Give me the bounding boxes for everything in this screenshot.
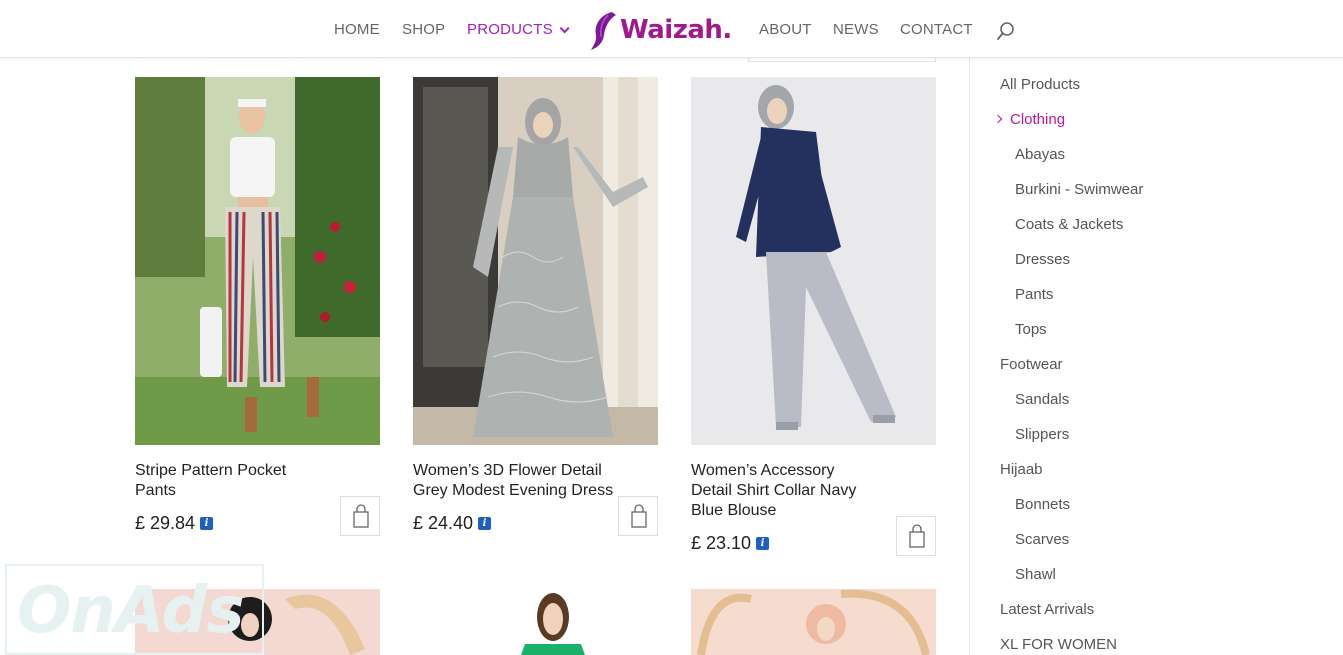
category-abayas[interactable]: Abayas bbox=[1015, 146, 1065, 163]
add-to-cart-button[interactable] bbox=[618, 496, 658, 536]
product-title[interactable]: Stripe Pattern Pocket Pants bbox=[135, 461, 375, 501]
category-bonnets[interactable]: Bonnets bbox=[1015, 496, 1070, 513]
category-latest-arrivals[interactable]: Latest Arrivals bbox=[1000, 601, 1094, 618]
product-image[interactable] bbox=[135, 77, 380, 445]
category-pants[interactable]: Pants bbox=[1015, 286, 1053, 303]
nav-products[interactable]: PRODUCTS bbox=[467, 21, 570, 38]
category-hijaab[interactable]: Hijaab bbox=[1000, 461, 1043, 478]
product-image[interactable] bbox=[413, 77, 658, 445]
info-icon[interactable]: i bbox=[478, 517, 492, 530]
category-dresses[interactable]: Dresses bbox=[1015, 251, 1070, 268]
category-shawl[interactable]: Shawl bbox=[1015, 566, 1056, 583]
watermark-badge: OnAds bbox=[5, 564, 264, 655]
product-title[interactable]: Women’s 3D Flower Detail Grey Modest Eve… bbox=[413, 461, 653, 501]
product-card[interactable]: Women’s Accessory Detail Shirt Collar Na… bbox=[691, 77, 936, 557]
nav-shop[interactable]: SHOP bbox=[402, 21, 445, 38]
shopping-bag-icon bbox=[909, 524, 925, 548]
site-logo[interactable]: Waizah. bbox=[590, 10, 732, 50]
product-title-line: Women’s 3D Flower Detail bbox=[413, 462, 602, 479]
category-scarves[interactable]: Scarves bbox=[1015, 531, 1069, 548]
product-price: £ 23.10 i bbox=[691, 533, 770, 554]
nav-about[interactable]: ABOUT bbox=[759, 21, 812, 38]
site-header: HOME SHOP PRODUCTS Waizah. ABOUT NEWS CO… bbox=[0, 0, 1343, 58]
category-coats-jackets[interactable]: Coats & Jackets bbox=[1015, 216, 1123, 233]
category-footwear[interactable]: Footwear bbox=[1000, 356, 1063, 373]
category-burkini-swimwear[interactable]: Burkini - Swimwear bbox=[1015, 181, 1143, 198]
nav-home[interactable]: HOME bbox=[334, 21, 380, 38]
product-title-line: Pants bbox=[135, 482, 176, 499]
search-icon[interactable] bbox=[996, 21, 1016, 41]
price-value: £ 29.84 bbox=[135, 513, 196, 533]
product-title-line: Grey Modest Evening Dress bbox=[413, 482, 614, 499]
category-xl-for-women[interactable]: XL FOR WOMEN bbox=[1000, 636, 1117, 653]
product-image[interactable] bbox=[691, 77, 936, 445]
logo-text: Waizah. bbox=[620, 15, 732, 45]
product-card[interactable]: Stripe Pattern Pocket Pants £ 29.84 i bbox=[135, 77, 380, 547]
info-icon[interactable]: i bbox=[200, 517, 214, 530]
sidebar-divider bbox=[969, 58, 970, 655]
category-slippers[interactable]: Slippers bbox=[1015, 426, 1069, 443]
product-title-line: Women’s Accessory bbox=[691, 462, 835, 479]
chevron-right-icon bbox=[993, 114, 1003, 124]
product-title-line: Detail Shirt Collar Navy bbox=[691, 482, 857, 499]
product-title[interactable]: Women’s Accessory Detail Shirt Collar Na… bbox=[691, 461, 931, 521]
product-card[interactable]: Women’s 3D Flower Detail Grey Modest Eve… bbox=[413, 77, 658, 547]
hair-silhouette-icon bbox=[591, 12, 616, 50]
info-icon[interactable]: i bbox=[756, 537, 770, 550]
category-sandals[interactable]: Sandals bbox=[1015, 391, 1069, 408]
watermark-text: OnAds bbox=[17, 574, 244, 648]
add-to-cart-button[interactable] bbox=[340, 496, 380, 536]
add-to-cart-button[interactable] bbox=[896, 516, 936, 556]
product-image[interactable] bbox=[413, 589, 658, 655]
nav-contact[interactable]: CONTACT bbox=[900, 21, 973, 38]
product-image[interactable] bbox=[691, 589, 936, 655]
product-price: £ 24.40 i bbox=[413, 513, 492, 534]
price-value: £ 23.10 bbox=[691, 533, 752, 553]
category-all-products[interactable]: All Products bbox=[1000, 76, 1080, 93]
category-tops[interactable]: Tops bbox=[1015, 321, 1047, 338]
product-title-line: Stripe Pattern Pocket bbox=[135, 462, 287, 479]
shopping-bag-icon bbox=[631, 504, 647, 528]
price-value: £ 24.40 bbox=[413, 513, 474, 533]
shopping-bag-icon bbox=[353, 504, 369, 528]
product-title-line: Blue Blouse bbox=[691, 502, 777, 519]
nav-products-label: PRODUCTS bbox=[467, 21, 553, 38]
product-price: £ 29.84 i bbox=[135, 513, 214, 534]
nav-news[interactable]: NEWS bbox=[833, 21, 879, 38]
chevron-down-icon bbox=[559, 23, 570, 34]
category-clothing[interactable]: Clothing bbox=[1010, 111, 1065, 128]
